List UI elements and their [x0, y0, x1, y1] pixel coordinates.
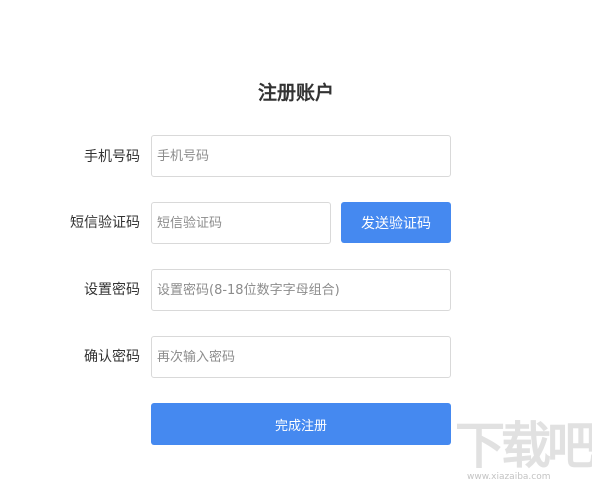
send-code-button[interactable]: 发送验证码 — [341, 202, 451, 243]
phone-label: 手机号码 — [84, 149, 140, 165]
confirm-password-input[interactable] — [151, 336, 451, 378]
page-title: 注册账户 — [257, 82, 334, 104]
watermark-logo: 下载吧 www.xiazaiba.com — [455, 417, 592, 482]
register-page: 注册账户 手机号码 短信验证码 发送验证码 设置密码 确认密码 完成注册 下载吧… — [0, 0, 592, 485]
submit-register-button[interactable]: 完成注册 — [151, 403, 451, 445]
watermark-text: 下载吧 — [455, 417, 592, 475]
sms-code-label: 短信验证码 — [70, 215, 140, 231]
confirm-password-label: 确认密码 — [84, 349, 140, 365]
password-label: 设置密码 — [84, 282, 140, 298]
sms-code-input[interactable] — [151, 202, 331, 244]
phone-input[interactable] — [151, 135, 451, 177]
watermark-url: www.xiazaiba.com — [467, 472, 551, 482]
password-input[interactable] — [151, 269, 451, 311]
